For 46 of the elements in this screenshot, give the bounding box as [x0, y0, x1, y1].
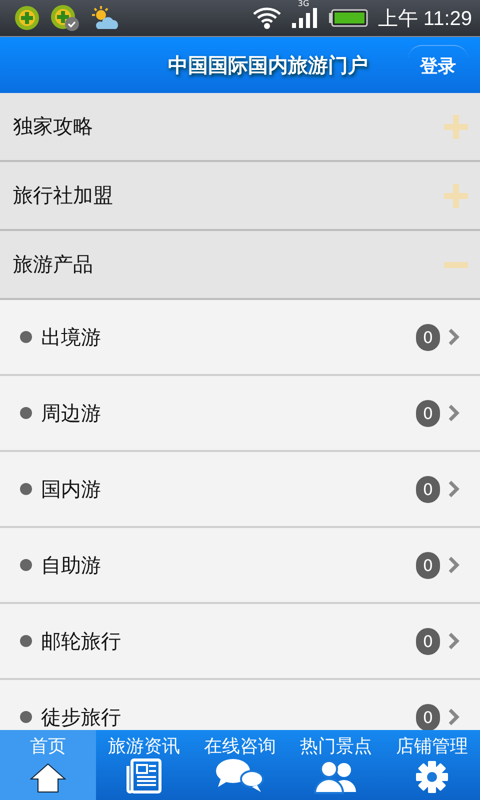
section-title: 独家攻略 [13, 113, 93, 140]
bullet-icon [20, 711, 32, 723]
section-header[interactable]: 旅游产品 [0, 231, 480, 300]
section-header[interactable]: 旅行社加盟 [0, 162, 480, 231]
weather-icon [90, 5, 120, 31]
bullet-icon [20, 559, 32, 571]
section-header[interactable]: 独家攻略 [0, 93, 480, 162]
count-badge: 0 [416, 324, 440, 350]
login-button[interactable]: 登录 [408, 44, 468, 86]
chevron-icon [448, 556, 460, 574]
nav-tab[interactable]: 店铺管理 [384, 730, 480, 800]
wifi-icon [252, 5, 282, 31]
app-title: 中国国际国内旅游门户 [168, 52, 368, 78]
bullet-icon [20, 483, 32, 495]
clock-time: 上午 11:29 [378, 6, 472, 32]
app-icon [14, 5, 40, 31]
plus-icon [444, 114, 468, 138]
chat-icon [215, 758, 265, 794]
signal-icon [292, 8, 318, 28]
plus-icon [444, 184, 468, 208]
count-badge: 0 [416, 400, 440, 426]
count-badge: 0 [416, 704, 440, 730]
nav-tab[interactable]: 热门景点 [288, 730, 384, 800]
bullet-icon [20, 635, 32, 647]
network-type: 3G [298, 0, 310, 8]
count-badge: 0 [416, 476, 440, 502]
count-badge: 0 [416, 552, 440, 578]
count-badge: 0 [416, 628, 440, 654]
chevron-icon [448, 328, 460, 346]
home-icon [29, 762, 67, 794]
people-icon [314, 760, 358, 794]
section-title: 旅行社加盟 [13, 182, 113, 209]
newspaper-icon [126, 758, 162, 794]
chevron-icon [448, 708, 460, 726]
minus-icon [444, 262, 468, 268]
chevron-icon [448, 632, 460, 650]
bullet-icon [20, 407, 32, 419]
nav-tab[interactable]: 旅游资讯 [96, 730, 192, 800]
app-icon [50, 4, 80, 32]
nav-tab[interactable]: 在线咨询 [192, 730, 288, 800]
section-title: 旅游产品 [13, 251, 93, 278]
bullet-icon [20, 331, 32, 343]
battery-icon [328, 8, 368, 28]
chevron-icon [448, 480, 460, 498]
settings-icon [415, 760, 449, 794]
chevron-icon [448, 404, 460, 422]
